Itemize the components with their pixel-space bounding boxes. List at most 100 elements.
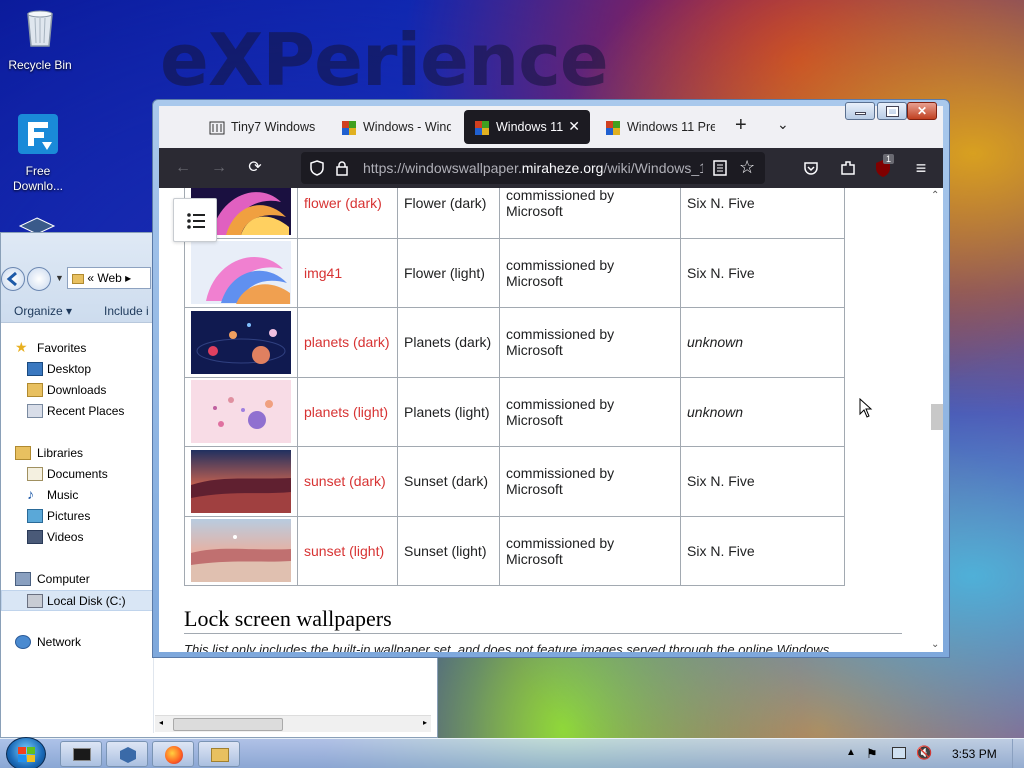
nav-libraries[interactable]: Libraries — [1, 443, 153, 464]
nav-downloads-label: Downloads — [47, 383, 107, 397]
file-name-link[interactable]: flower (dark) — [304, 195, 382, 211]
show-desktop-button[interactable] — [1012, 739, 1024, 768]
history-dropdown-icon[interactable]: ▼ — [55, 273, 64, 283]
nav-recent-places[interactable]: Recent Places — [1, 401, 153, 422]
wallpaper-thumbnail[interactable] — [184, 515, 298, 586]
license-cell: commissioned by Microsoft — [499, 188, 681, 239]
organize-button[interactable]: Organize ▾ — [14, 304, 72, 318]
navigation-toolbar: ← → ⟳ https://windowswallpaper.miraheze.… — [159, 148, 943, 188]
author-cell: Six N. Five — [680, 446, 845, 517]
nav-desktop[interactable]: Desktop — [1, 359, 153, 380]
page-scrollbar[interactable]: ⌃ ⌄ — [927, 188, 943, 652]
taskbar-firefox-button[interactable] — [152, 741, 194, 767]
tab-label: Tiny7 Windows — [231, 120, 316, 134]
taskbar-explorer-button[interactable] — [198, 741, 240, 767]
scroll-right-icon[interactable]: ▸ — [423, 718, 427, 727]
folder-icon — [211, 748, 229, 762]
forward-button[interactable] — [27, 267, 51, 291]
action-center-flag-icon[interactable]: ⚑ — [866, 746, 878, 762]
bookmark-star-icon[interactable]: ☆ — [739, 157, 755, 178]
volume-muted-icon[interactable]: 🔇 — [916, 745, 932, 761]
nav-computer[interactable]: Computer — [1, 569, 153, 590]
author-cell: Six N. Five — [680, 237, 845, 308]
nav-desktop-label: Desktop — [47, 362, 92, 376]
nav-network-label: Network — [37, 635, 82, 649]
nav-videos[interactable]: Videos — [1, 527, 153, 548]
file-name-link[interactable]: sunset (dark) — [304, 473, 386, 489]
tab-windows-wind[interactable]: Windows - Wind — [331, 110, 451, 144]
free-download-icon[interactable]: Free Downlo... — [0, 112, 76, 194]
tab-tiny7[interactable]: Tiny7 Windows — [199, 110, 323, 144]
file-name-link[interactable]: planets (light) — [304, 404, 388, 420]
url-bar[interactable]: https://windowswallpaper.miraheze.org/wi… — [301, 152, 765, 184]
recycle-bin-icon[interactable]: Recycle Bin — [2, 6, 78, 73]
explorer-navigation-pane: ★ Favorites Desktop Downloads Recent Pla… — [1, 333, 153, 653]
pictures-icon — [27, 509, 43, 523]
scroll-up-icon[interactable]: ⌃ — [931, 190, 939, 201]
tab-windows-11-active[interactable]: Windows 11 ✕ — [464, 110, 590, 144]
table-of-contents-button[interactable] — [173, 198, 217, 242]
file-name-cell: sunset (dark) — [297, 446, 398, 517]
maximize-button[interactable] — [877, 102, 907, 120]
nav-pictures[interactable]: Pictures — [1, 506, 153, 527]
license-cell: commissioned by Microsoft — [499, 515, 681, 586]
forward-icon[interactable]: → — [209, 158, 229, 178]
tab-label: Windows - Wind — [363, 120, 451, 134]
license-cell: commissioned by Microsoft — [499, 376, 681, 447]
wallpaper-thumbnail[interactable] — [184, 376, 298, 447]
taskbar-cmd-button[interactable] — [60, 741, 102, 767]
close-tab-icon[interactable]: ✕ — [568, 118, 580, 135]
ublock-origin-icon[interactable]: 1 — [873, 154, 895, 178]
back-arrow-icon — [6, 271, 17, 287]
wallpaper-table-body: flower (dark) Flower (dark) commissioned b… — [184, 188, 845, 586]
wallpaper-thumbnail[interactable] — [184, 446, 298, 517]
close-button[interactable]: ✕ — [907, 102, 937, 120]
nav-music[interactable]: ♪ Music — [1, 485, 153, 506]
page-scrollbar-thumb[interactable] — [931, 404, 943, 430]
pocket-icon[interactable] — [803, 160, 819, 176]
list-all-tabs-icon[interactable]: ⌄ — [777, 116, 789, 133]
reload-icon[interactable]: ⟳ — [245, 158, 265, 178]
nav-downloads[interactable]: Downloads — [1, 380, 153, 401]
breadcrumb-arrow-icon[interactable]: ▸ — [125, 271, 131, 285]
file-name-link[interactable]: img41 — [304, 265, 342, 281]
back-icon[interactable]: ← — [173, 158, 193, 178]
page-content: flower (dark) Flower (dark) commissioned b… — [159, 188, 943, 652]
back-button[interactable] — [1, 267, 25, 291]
new-tab-icon[interactable]: + — [735, 114, 747, 137]
table-row: planets (light) Planets (light) commission… — [184, 376, 845, 447]
scroll-down-icon[interactable]: ⌄ — [931, 639, 939, 650]
scroll-left-icon[interactable]: ◂ — [159, 718, 163, 727]
explorer-address-bar[interactable]: « Web ▸ — [67, 267, 151, 289]
horizontal-scrollbar[interactable]: ◂ ▸ — [155, 715, 431, 732]
start-button[interactable] — [6, 737, 46, 768]
include-in-library-button[interactable]: Include i — [104, 304, 149, 318]
extensions-puzzle-icon[interactable] — [839, 159, 857, 177]
videos-icon — [27, 530, 43, 544]
reader-view-icon[interactable] — [713, 160, 727, 176]
description-cell: Sunset (light) — [397, 515, 500, 586]
tracking-protection-icon[interactable] — [309, 160, 325, 176]
nav-local-disk[interactable]: Local Disk (C:) — [1, 590, 153, 611]
taskbar-virtualbox-button[interactable] — [106, 741, 148, 767]
scrollbar-thumb[interactable] — [173, 718, 283, 731]
tab-windows-11-pre[interactable]: Windows 11 Pre — [595, 110, 715, 144]
nav-pictures-label: Pictures — [47, 509, 91, 523]
nav-documents[interactable]: Documents — [1, 464, 153, 485]
lock-icon[interactable] — [335, 160, 349, 176]
table-row: sunset (dark) Sunset (dark) commissioned b… — [184, 446, 845, 517]
wallpaper-thumbnail[interactable] — [184, 237, 298, 308]
folder-icon — [72, 273, 84, 284]
file-name-link[interactable]: sunset (light) — [304, 543, 384, 559]
nav-favorites[interactable]: ★ Favorites — [1, 338, 153, 359]
wallpaper-thumbnail[interactable] — [184, 307, 298, 378]
list-icon — [187, 213, 205, 229]
network-tray-icon[interactable] — [892, 747, 906, 759]
menu-hamburger-icon[interactable]: ≡ — [911, 158, 931, 178]
file-name-link[interactable]: planets (dark) — [304, 334, 390, 350]
recycle-bin-graphic — [27, 10, 53, 47]
nav-network[interactable]: Network — [1, 632, 153, 653]
minimize-button[interactable] — [845, 102, 875, 120]
show-hidden-icons-icon[interactable]: ▲ — [846, 747, 856, 758]
clock[interactable]: 3:53 PM — [952, 747, 997, 761]
